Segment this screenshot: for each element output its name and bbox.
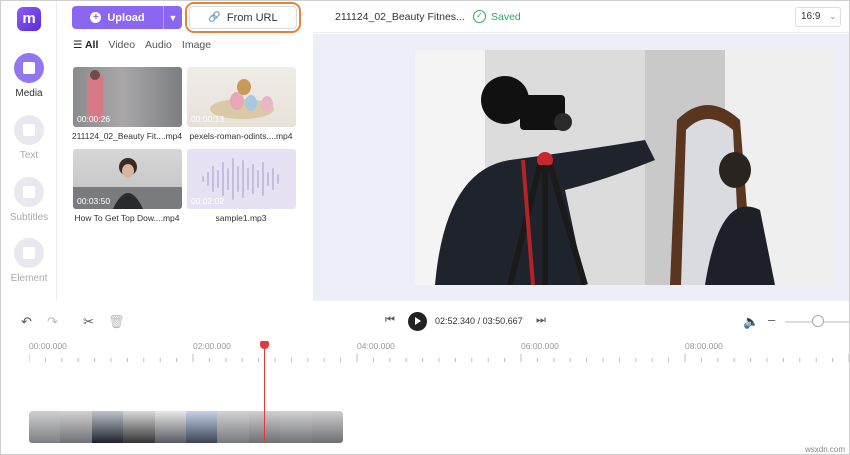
aspect-ratio-select[interactable]: 16:9 ⌄ — [795, 7, 841, 27]
scissors-icon[interactable]: ✂ — [83, 314, 94, 330]
rail-media[interactable]: Media — [1, 53, 57, 99]
skip-back-icon[interactable]: ⏮ — [385, 314, 395, 327]
rail-subtitles-label: Subtitles — [9, 212, 49, 223]
link-icon: 🔗 — [208, 12, 221, 23]
tick-label: 08:00.000 — [685, 341, 723, 351]
trash-icon[interactable]: 🗑 — [108, 314, 125, 330]
volume-icon[interactable]: 🔈 — [743, 314, 759, 330]
clip-frame — [311, 411, 343, 443]
media-name-4: sample1.mp3 — [215, 213, 267, 223]
plus-icon: + — [90, 12, 102, 23]
check-icon: ✓ — [473, 10, 486, 23]
playhead-handle[interactable] — [260, 341, 269, 349]
redo-icon[interactable]: ↷ — [47, 314, 58, 330]
media-icon — [14, 53, 44, 83]
upload-label: Upload — [107, 11, 145, 24]
time-separator: / — [477, 316, 481, 326]
aspect-ratio-value: 16:9 — [801, 11, 821, 22]
rail-text-label: Text — [19, 150, 39, 161]
playback-controls: ↶ ↷ ✂ 🗑 ⏮ 02:52.340 / 03:50.667 ⏭ 🔈 – — [1, 301, 849, 341]
zoom-out-icon[interactable]: – — [768, 312, 775, 327]
top-bar: 211124_02_Beauty Fitnes... ✓ Saved 16:9 … — [313, 1, 849, 33]
preview-area — [313, 34, 849, 301]
media-thumb-3[interactable]: 00:03:50 — [73, 149, 182, 209]
play-button[interactable] — [408, 312, 427, 331]
project-title[interactable]: 211124_02_Beauty Fitnes... — [335, 11, 465, 23]
media-filter-tabs: ☰ All Video Audio Image — [73, 39, 211, 51]
clip-frame — [185, 411, 218, 443]
filter-audio[interactable]: Audio — [145, 39, 172, 51]
timeline[interactable]: 00:00.000 02:00.000 04:00.000 06:00.000 … — [1, 341, 849, 454]
video-frame — [415, 50, 833, 285]
skip-forward-icon[interactable]: ⏭ — [536, 314, 546, 327]
video-preview[interactable] — [415, 50, 833, 285]
watermark: wsxdn.com — [804, 445, 845, 454]
clip-frame — [217, 411, 249, 443]
undo-icon[interactable]: ↶ — [21, 314, 32, 330]
layers-icon: ☰ — [73, 39, 83, 51]
clip-frame — [280, 411, 312, 443]
media-panel: + Upload ▼ 🔗 From URL ☰ All Video Audio … — [57, 1, 313, 301]
filter-all[interactable]: ☰ All — [73, 39, 98, 51]
playhead-line[interactable] — [264, 341, 265, 441]
chevron-down-icon[interactable]: ▼ — [164, 13, 182, 23]
from-url-button[interactable]: 🔗 From URL — [189, 6, 297, 29]
clip-frame — [29, 411, 61, 443]
save-status-label: Saved — [491, 10, 521, 23]
element-icon — [14, 238, 44, 268]
tick-label: 02:00.000 — [193, 341, 231, 351]
media-thumb-4[interactable]: 00:02:02 — [187, 149, 296, 209]
rail-element-label: Element — [10, 273, 48, 284]
media-duration-1: 00:00:26 — [77, 114, 111, 124]
clip-frame — [60, 411, 92, 443]
current-time: 02:52.340 — [435, 316, 476, 326]
tick-label: 04:00.000 — [357, 341, 395, 351]
zoom-slider-handle[interactable] — [812, 315, 824, 327]
filter-video[interactable]: Video — [108, 39, 135, 51]
rail-media-label: Media — [15, 88, 43, 99]
tick-label: 00:00.000 — [29, 341, 67, 351]
total-time: 03:50.667 — [482, 316, 523, 326]
filter-image[interactable]: Image — [182, 39, 211, 51]
clip-frame — [123, 411, 155, 443]
media-name-2: pexels-roman-odints....mp4 — [189, 131, 293, 141]
rail-subtitles[interactable]: Subtitles — [1, 177, 57, 223]
app-logo: m — [17, 7, 41, 31]
upload-button[interactable]: + Upload ▼ — [72, 6, 182, 29]
tick-label: 06:00.000 — [521, 341, 559, 351]
rail-text[interactable]: Text — [1, 115, 57, 161]
left-rail: m Media Text Subtitles Element — [1, 1, 57, 301]
video-track-clip[interactable] — [29, 411, 343, 443]
timecode: 02:52.340 / 03:50.667 — [435, 316, 523, 326]
text-icon — [14, 115, 44, 145]
subtitles-icon — [14, 177, 44, 207]
media-thumb-2[interactable]: 00:00:13 — [187, 67, 296, 127]
clip-frame — [91, 411, 124, 443]
media-duration-3: 00:03:50 — [77, 196, 111, 206]
chevron-down-icon: ⌄ — [829, 12, 836, 21]
media-duration-2: 00:00:13 — [191, 114, 225, 124]
timeline-ruler — [29, 354, 849, 362]
save-status: ✓ Saved — [473, 10, 521, 23]
media-name-3: How To Get Top Dow....mp4 — [74, 213, 180, 223]
rail-element[interactable]: Element — [1, 238, 57, 284]
filter-all-label: All — [84, 39, 99, 51]
media-name-1: 211124_02_Beauty Fit....mp4 — [71, 131, 183, 141]
from-url-label: From URL — [226, 11, 278, 24]
media-duration-4: 00:02:02 — [191, 196, 225, 206]
editor-window: m Media Text Subtitles Element + Upload … — [0, 0, 850, 455]
clip-frame — [154, 411, 186, 443]
media-thumb-1[interactable]: 00:00:26 — [73, 67, 182, 127]
